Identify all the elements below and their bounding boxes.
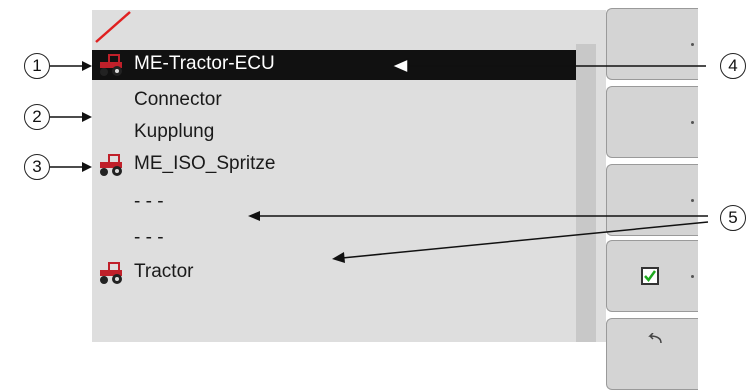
callout-arrows (50, 57, 709, 263)
callout-5: 5 (720, 205, 746, 231)
callout-3: 3 (24, 154, 50, 180)
callout-1: 1 (24, 53, 50, 79)
callout-4: 4 (720, 53, 746, 79)
callout-2: 2 (24, 104, 50, 130)
